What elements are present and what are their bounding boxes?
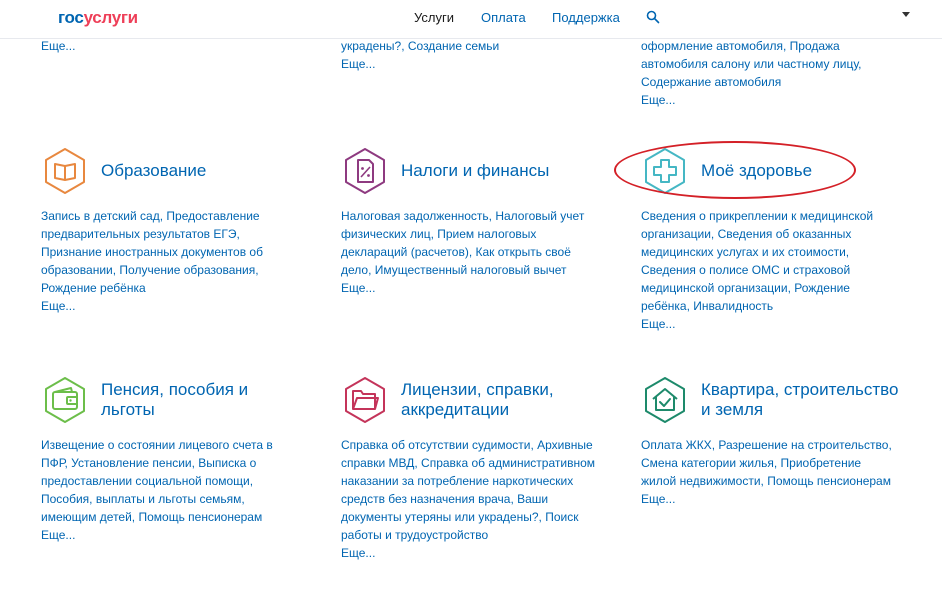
more-link[interactable]: Еще... (341, 279, 596, 297)
more-link[interactable]: Еще... (41, 526, 296, 544)
category-title[interactable]: Налоги и финансы (401, 161, 549, 181)
category-body: Запись в детский сад, Предоставление пре… (41, 207, 296, 315)
category-links[interactable]: украдены?, Создание семьи (341, 37, 596, 55)
highlight-annotation-oval (614, 141, 856, 199)
folder-icon[interactable] (341, 376, 389, 424)
category-title[interactable]: Лицензии, справки, аккредитации (401, 380, 591, 420)
house-check-icon[interactable] (641, 376, 689, 424)
partial-category-1: Еще... (41, 37, 306, 55)
category-body: Справка об отсутствии судимости, Архивны… (341, 436, 596, 562)
nav-payment[interactable]: Оплата (481, 10, 526, 25)
gosuslugi-logo[interactable]: госуслуги (58, 8, 138, 28)
category-title[interactable]: Квартира, строительство и земля (701, 380, 901, 420)
category-links[interactable]: Сведения о прикреплении к медицинской ор… (641, 207, 896, 315)
tax-document-icon[interactable] (341, 147, 389, 195)
category-body: Сведения о прикреплении к медицинской ор… (641, 207, 896, 333)
category-body: Налоговая задолженность, Налоговый учет … (341, 207, 596, 297)
category-links[interactable]: Налоговая задолженность, Налоговый учет … (341, 207, 596, 279)
more-link[interactable]: Еще... (41, 37, 306, 55)
profile-dropdown-caret-icon[interactable] (902, 12, 910, 17)
nav-services[interactable]: Услуги (414, 10, 454, 25)
logo-part-gos: гос (58, 8, 84, 27)
more-link[interactable]: Еще... (41, 297, 296, 315)
more-link[interactable]: Еще... (641, 91, 871, 109)
partial-category-3: оформление автомобиля, Продажа автомобил… (641, 37, 871, 109)
category-links[interactable]: Справка об отсутствии судимости, Архивны… (341, 436, 596, 544)
category-body: Извещение о состоянии лицевого счета в П… (41, 436, 296, 544)
category-body: Оплата ЖКХ, Разрешение на строительство,… (641, 436, 896, 508)
category-title[interactable]: Образование (101, 161, 206, 181)
category-links[interactable]: Извещение о состоянии лицевого счета в П… (41, 436, 296, 526)
category-title[interactable]: Пенсия, пособия и льготы (101, 380, 291, 420)
more-link[interactable]: Еще... (341, 55, 596, 73)
partial-category-2: украдены?, Создание семьи Еще... (341, 37, 596, 73)
nav-support[interactable]: Поддержка (552, 10, 620, 25)
more-link[interactable]: Еще... (641, 315, 896, 333)
more-link[interactable]: Еще... (641, 490, 896, 508)
book-icon[interactable] (41, 147, 89, 195)
logo-part-uslugi: услуги (83, 8, 139, 27)
category-links[interactable]: Запись в детский сад, Предоставление пре… (41, 207, 296, 297)
category-links[interactable]: Оплата ЖКХ, Разрешение на строительство,… (641, 436, 896, 490)
top-header: госуслуги Услуги Оплата Поддержка (0, 0, 942, 39)
category-links[interactable]: оформление автомобиля, Продажа автомобил… (641, 37, 871, 91)
wallet-icon[interactable] (41, 376, 89, 424)
more-link[interactable]: Еще... (341, 544, 596, 562)
search-icon[interactable] (646, 10, 660, 24)
